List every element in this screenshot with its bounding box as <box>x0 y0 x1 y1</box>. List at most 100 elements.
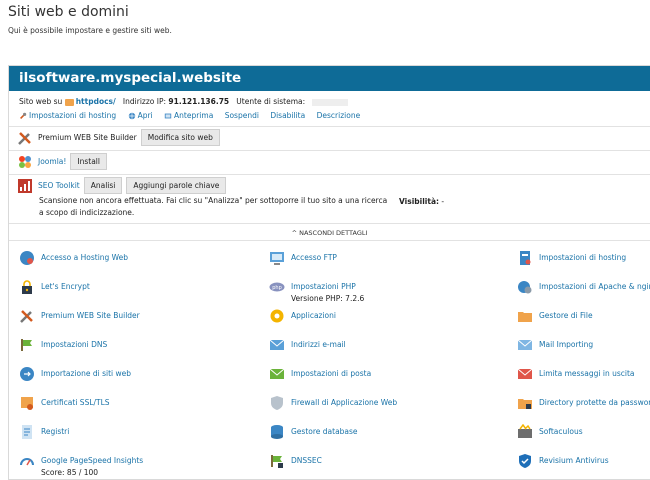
tool-label[interactable]: Applicazioni <box>291 311 336 320</box>
certificate-icon <box>21 397 33 410</box>
tool-mail-limit[interactable]: Limita messaggi in uscita <box>517 366 635 382</box>
tool-row-wsb: Premium WEB Site Builder Modifica sito w… <box>17 129 220 146</box>
tool-label[interactable]: Gestore database <box>291 427 358 436</box>
tool-gear[interactable]: Applicazioni <box>269 308 336 324</box>
tool-softaculous[interactable]: Softaculous <box>517 424 583 440</box>
tool-row-seo: SEO Toolkit Analisi Aggiungi parole chia… <box>17 177 227 194</box>
tool-mail-import[interactable]: Mail Importing <box>517 337 593 353</box>
tool-label[interactable]: Indirizzi e-mail <box>291 340 346 349</box>
tool-label[interactable]: Firewall di Applicazione Web <box>291 398 397 407</box>
tool-sublabel: Score: 85 / 100 <box>41 468 99 477</box>
site-domain-header[interactable]: ilsoftware.myspecial.website <box>9 66 650 91</box>
tool-label[interactable]: Let's Encrypt <box>41 282 90 291</box>
tool-label[interactable]: Revisium Antivirus <box>539 456 609 465</box>
action-preview[interactable]: Anteprima <box>164 111 216 120</box>
tool-apache[interactable]: Impostazioni di Apache & nginx <box>517 279 650 295</box>
tool-database[interactable]: Gestore database <box>269 424 358 440</box>
action-open[interactable]: Apri <box>128 111 155 120</box>
seo-add-keywords-button[interactable]: Aggiungi parole chiave <box>126 177 227 194</box>
tool-label[interactable]: Impostazioni di posta <box>291 369 371 378</box>
shield-icon <box>271 396 283 410</box>
tool-mail[interactable]: Indirizzi e-mail <box>269 337 346 353</box>
tool-antivirus[interactable]: Revisium Antivirus <box>517 453 609 469</box>
tool-label[interactable]: Impostazioni di hosting <box>539 253 626 262</box>
divider <box>9 126 650 127</box>
tool-label[interactable]: Mail Importing <box>539 340 593 349</box>
joomla-install-button[interactable]: Install <box>70 153 107 170</box>
tool-label[interactable]: Impostazioni di Apache & nginx <box>539 282 650 291</box>
divider <box>9 240 650 241</box>
webroot-prefix: Sito web su <box>19 97 63 106</box>
tool-sublabel: Versione PHP: 7.2.6 <box>291 294 365 303</box>
tool-php[interactable]: php Impostazioni PHP Versione PHP: 7.2.6 <box>269 279 364 303</box>
tool-shield[interactable]: Firewall di Applicazione Web <box>269 395 397 411</box>
tool-label[interactable]: Gestore di File <box>539 311 593 320</box>
tool-label[interactable]: Directory protette da password <box>539 398 650 407</box>
tool-label[interactable]: Impostazioni DNS <box>41 340 107 349</box>
tool-folder[interactable]: Gestore di File <box>517 308 593 324</box>
seo-analyze-button[interactable]: Analisi <box>83 177 123 194</box>
site-actions: Impostazioni di hosting Apri Anteprima S… <box>19 111 369 120</box>
page-title: Siti web e domini <box>8 4 129 20</box>
tool-label[interactable]: DNSSEC <box>291 456 322 465</box>
joomla-icon <box>19 155 31 168</box>
database-icon <box>271 425 283 439</box>
tools-icon <box>18 131 31 145</box>
tool-tools[interactable]: Premium WEB Site Builder <box>19 308 140 324</box>
import-icon <box>20 367 34 381</box>
tool-globe-person[interactable]: Accesso a Hosting Web <box>19 250 128 266</box>
system-user-label: Utente di sistema: <box>236 97 306 106</box>
wrench-icon <box>20 112 27 119</box>
tool-label[interactable]: Accesso FTP <box>291 253 337 262</box>
tool-protected-folder[interactable]: Directory protette da password <box>517 395 650 411</box>
tool-label[interactable]: Limita messaggi in uscita <box>539 369 635 378</box>
dns-icon <box>21 339 32 351</box>
wsb-name: Premium WEB Site Builder <box>38 133 137 142</box>
tool-dns[interactable]: Impostazioni DNS <box>19 337 107 353</box>
mail-import-icon <box>517 339 533 350</box>
site-panel: ilsoftware.myspecial.website Sito web su… <box>8 65 650 480</box>
protected-folder-icon <box>518 399 532 409</box>
site-meta-row: Sito web su httpdocs/ Indirizzo IP: 91.1… <box>19 97 348 106</box>
action-description[interactable]: Descrizione <box>317 111 361 120</box>
tool-pagespeed[interactable]: Google PageSpeed Insights Score: 85 / 100 <box>19 453 143 477</box>
tool-label[interactable]: Registri <box>41 427 69 436</box>
mail-icon <box>269 339 285 350</box>
ip-value: 91.121.136.75 <box>168 97 230 106</box>
tool-label[interactable]: Importazione di siti web <box>41 369 131 378</box>
pagespeed-icon <box>20 458 34 466</box>
hide-details-toggle[interactable]: ^ NASCONDI DETTAGLI <box>9 229 650 237</box>
globe-person-icon <box>20 251 34 265</box>
lock-icon <box>22 280 32 294</box>
action-disable[interactable]: Disabilita <box>270 111 305 120</box>
gear-icon <box>270 309 284 323</box>
log-icon <box>22 425 32 439</box>
tool-label[interactable]: Premium WEB Site Builder <box>41 311 140 320</box>
action-hosting-settings[interactable]: Impostazioni di hosting <box>19 111 119 120</box>
tool-label[interactable]: Accesso a Hosting Web <box>41 253 128 262</box>
tool-certificate[interactable]: Certificati SSL/TLS <box>19 395 110 411</box>
webroot-link[interactable]: httpdocs/ <box>76 97 116 106</box>
tool-label[interactable]: Certificati SSL/TLS <box>41 398 110 407</box>
seo-toolkit-link[interactable]: SEO Toolkit <box>38 181 80 190</box>
tool-label[interactable]: Impostazioni PHP <box>291 282 356 291</box>
mail-limit-icon <box>517 368 533 379</box>
edit-site-button[interactable]: Modifica sito web <box>140 129 220 146</box>
server-icon <box>520 251 531 265</box>
system-user-value-redacted <box>311 98 348 106</box>
tool-lock[interactable]: Let's Encrypt <box>19 279 90 295</box>
tool-dnssec[interactable]: DNSSEC <box>269 453 322 469</box>
divider <box>9 174 650 175</box>
tool-ftp[interactable]: Accesso FTP <box>269 250 337 266</box>
joomla-link[interactable]: Joomla! <box>38 157 66 166</box>
mail-settings-icon <box>269 368 285 379</box>
tool-label[interactable]: Google PageSpeed Insights <box>41 456 143 465</box>
tool-mail-settings[interactable]: Impostazioni di posta <box>269 366 371 382</box>
action-suspend[interactable]: Sospendi <box>225 111 259 120</box>
tool-log[interactable]: Registri <box>19 424 69 440</box>
tool-label[interactable]: Softaculous <box>539 427 583 436</box>
folder-icon <box>64 98 74 106</box>
tool-import[interactable]: Importazione di siti web <box>19 366 131 382</box>
antivirus-icon <box>519 454 531 468</box>
tool-server[interactable]: Impostazioni di hosting <box>517 250 626 266</box>
